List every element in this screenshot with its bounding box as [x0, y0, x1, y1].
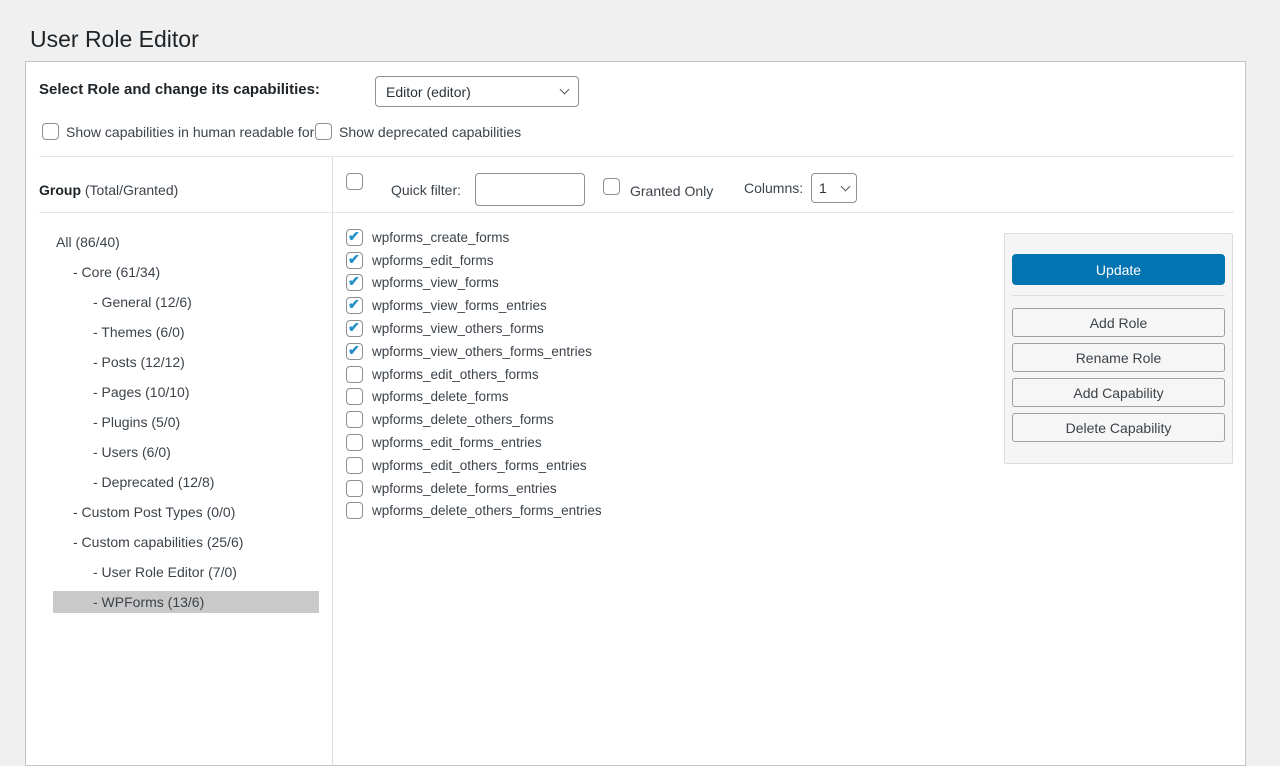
- capability-label: wpforms_delete_others_forms_entries: [372, 503, 602, 518]
- capability-checkbox[interactable]: [346, 480, 363, 497]
- capability-checkbox[interactable]: [346, 229, 363, 246]
- group-header-bold: Group: [39, 182, 81, 198]
- granted-only-checkbox[interactable]: [603, 178, 620, 195]
- page-title: User Role Editor: [30, 25, 199, 53]
- capability-row: wpforms_edit_forms: [346, 249, 602, 272]
- quick-filter-input[interactable]: [475, 173, 585, 206]
- capability-row: wpforms_delete_others_forms: [346, 408, 602, 431]
- chevron-down-icon: [841, 181, 851, 191]
- capability-label: wpforms_edit_others_forms_entries: [372, 458, 587, 473]
- capability-label: wpforms_delete_forms_entries: [372, 481, 557, 496]
- quick-filter-label: Quick filter:: [391, 182, 461, 198]
- columns-label: Columns:: [744, 180, 803, 196]
- group-item-custom-post-types[interactable]: - Custom Post Types (0/0): [53, 501, 319, 523]
- capability-label: wpforms_view_others_forms: [372, 321, 544, 336]
- divider: [39, 212, 1234, 213]
- group-item-posts[interactable]: - Posts (12/12): [53, 351, 319, 373]
- show-deprecated-checkbox[interactable]: [315, 123, 332, 140]
- select-role-label: Select Role and change its capabilities:: [39, 81, 320, 98]
- capability-checkbox[interactable]: [346, 252, 363, 269]
- role-select[interactable]: Editor (editor): [375, 76, 579, 107]
- capability-row: wpforms_edit_others_forms_entries: [346, 454, 602, 477]
- capability-label: wpforms_delete_others_forms: [372, 412, 554, 427]
- divider: [39, 156, 1234, 157]
- capability-row: wpforms_view_forms: [346, 272, 602, 295]
- group-header-label: Group (Total/Granted): [39, 182, 178, 198]
- select-all-checkbox[interactable]: [346, 173, 363, 190]
- group-item-general[interactable]: - General (12/6): [53, 291, 319, 313]
- group-item-deprecated[interactable]: - Deprecated (12/8): [53, 471, 319, 493]
- role-select-value: Editor (editor): [386, 84, 471, 100]
- capability-row: wpforms_view_forms_entries: [346, 294, 602, 317]
- group-header-suffix: (Total/Granted): [81, 182, 178, 198]
- granted-only-label: Granted Only: [630, 183, 713, 199]
- human-readable-option: Show capabilities in human readable form: [42, 123, 326, 140]
- actions-panel: Update Add Role Rename Role Add Capabili…: [1004, 233, 1233, 464]
- chevron-down-icon: [560, 85, 570, 95]
- capability-row: wpforms_delete_forms: [346, 386, 602, 409]
- columns-select[interactable]: 1: [811, 173, 857, 203]
- show-deprecated-option: Show deprecated capabilities: [315, 123, 521, 140]
- human-readable-checkbox[interactable]: [42, 123, 59, 140]
- group-item-custom-capabilities[interactable]: - Custom capabilities (25/6): [53, 531, 319, 553]
- capability-checkbox[interactable]: [346, 366, 363, 383]
- columns-select-value: 1: [819, 180, 827, 196]
- capability-row: wpforms_edit_forms_entries: [346, 431, 602, 454]
- user-role-editor-panel: Select Role and change its capabilities:…: [25, 61, 1246, 766]
- capability-checkbox[interactable]: [346, 457, 363, 474]
- capability-checkbox[interactable]: [346, 388, 363, 405]
- capability-checkbox[interactable]: [346, 320, 363, 337]
- capability-label: wpforms_edit_others_forms: [372, 367, 539, 382]
- column-separator: [332, 157, 333, 766]
- human-readable-label: Show capabilities in human readable form: [66, 124, 326, 140]
- capability-label: wpforms_create_forms: [372, 230, 509, 245]
- group-item-themes[interactable]: - Themes (6/0): [53, 321, 319, 343]
- group-item-user-role-editor[interactable]: - User Role Editor (7/0): [53, 561, 319, 583]
- capability-label: wpforms_delete_forms: [372, 389, 509, 404]
- capability-checkbox[interactable]: [346, 411, 363, 428]
- capability-label: wpforms_view_others_forms_entries: [372, 344, 592, 359]
- capability-checkbox[interactable]: [346, 343, 363, 360]
- capability-row: wpforms_create_forms: [346, 226, 602, 249]
- group-item-users[interactable]: - Users (6/0): [53, 441, 319, 463]
- capability-row: wpforms_edit_others_forms: [346, 363, 602, 386]
- capability-checkbox[interactable]: [346, 502, 363, 519]
- capability-checkbox[interactable]: [346, 434, 363, 451]
- group-item-plugins[interactable]: - Plugins (5/0): [53, 411, 319, 433]
- group-item-pages[interactable]: - Pages (10/10): [53, 381, 319, 403]
- add-role-button[interactable]: Add Role: [1012, 308, 1225, 337]
- groups-tree: All (86/40) - Core (61/34) - General (12…: [53, 231, 319, 621]
- group-item-wpforms[interactable]: - WPForms (13/6): [53, 591, 319, 613]
- delete-capability-button[interactable]: Delete Capability: [1012, 413, 1225, 442]
- show-deprecated-label: Show deprecated capabilities: [339, 124, 521, 140]
- rename-role-button[interactable]: Rename Role: [1012, 343, 1225, 372]
- capability-label: wpforms_edit_forms: [372, 253, 494, 268]
- divider: [1012, 295, 1225, 296]
- capability-row: wpforms_view_others_forms: [346, 317, 602, 340]
- capability-checkbox[interactable]: [346, 274, 363, 291]
- capability-label: wpforms_edit_forms_entries: [372, 435, 542, 450]
- group-item-core[interactable]: - Core (61/34): [53, 261, 319, 283]
- capability-row: wpforms_delete_forms_entries: [346, 477, 602, 500]
- capabilities-list: wpforms_create_forms wpforms_edit_forms …: [346, 226, 602, 522]
- capability-label: wpforms_view_forms_entries: [372, 298, 547, 313]
- capability-label: wpforms_view_forms: [372, 275, 499, 290]
- group-item-all[interactable]: All (86/40): [53, 231, 319, 253]
- update-button[interactable]: Update: [1012, 254, 1225, 285]
- capability-checkbox[interactable]: [346, 297, 363, 314]
- capability-row: wpforms_delete_others_forms_entries: [346, 500, 602, 523]
- capability-row: wpforms_view_others_forms_entries: [346, 340, 602, 363]
- add-capability-button[interactable]: Add Capability: [1012, 378, 1225, 407]
